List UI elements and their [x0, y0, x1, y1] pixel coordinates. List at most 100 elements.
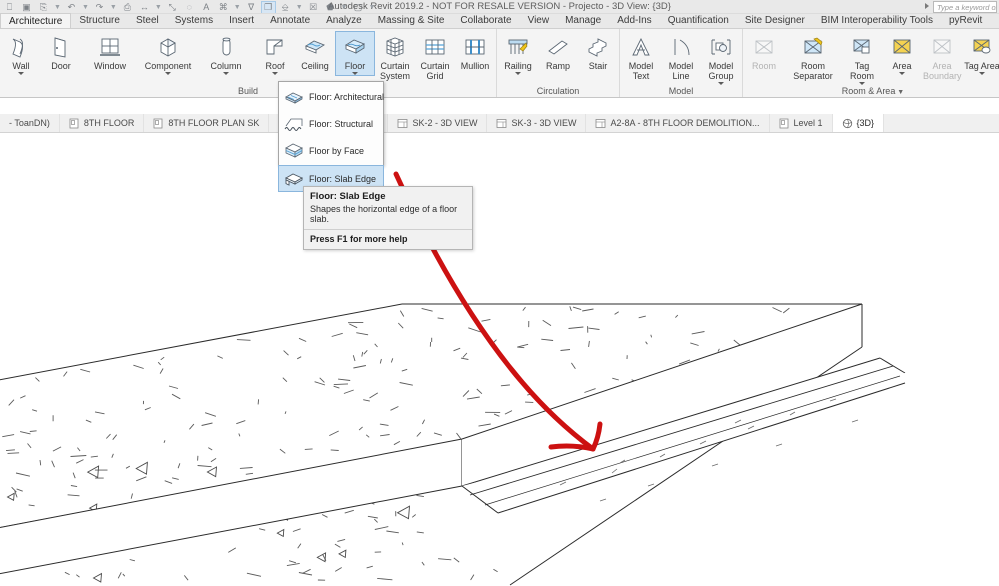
ribbon-button-door[interactable]: Door — [41, 31, 81, 71]
ribbon-tab-site-designer[interactable]: Site Designer — [737, 13, 813, 28]
ribbon-tab-insert[interactable]: Insert — [221, 13, 262, 28]
floor-dropdown-menu: Floor: Architectural Floor: Structural — [278, 81, 384, 166]
ribbon-tab-quantification[interactable]: Quantification — [660, 13, 737, 28]
view-tab-toandn[interactable]: - ToanDN) — [0, 114, 60, 133]
ribbon-tab-pyrevit[interactable]: pyRevit — [941, 13, 990, 28]
ribbon-button-label: Roof — [265, 61, 284, 71]
ribbon-tab-view[interactable]: View — [520, 13, 558, 28]
ribbon-button-roof[interactable]: Roof — [255, 31, 295, 75]
dropdown-caret-icon[interactable]: ▼ — [295, 4, 304, 11]
ribbon-button-label: Ceiling — [301, 61, 329, 71]
measure-icon[interactable]: ↔ — [137, 1, 152, 14]
panel-title-room-area[interactable]: Room & Area ▼ — [744, 85, 999, 98]
chevron-down-icon[interactable] — [165, 72, 171, 75]
sheet-icon — [397, 118, 408, 129]
text-icon[interactable]: A — [199, 1, 214, 14]
dropdown-caret-icon[interactable]: ▼ — [154, 4, 163, 11]
view-tab-sk-3-3d-view[interactable]: SK-3 - 3D VIEW — [487, 114, 586, 133]
panel-expander-caret-icon[interactable]: ▼ — [895, 89, 904, 96]
open-icon[interactable]: ⎕ — [2, 1, 17, 14]
dropdown-caret-icon[interactable]: ▼ — [109, 4, 118, 11]
ribbon-tab-add-ins[interactable]: Add-Ins — [609, 13, 659, 28]
panel-title-label: Room & Area — [842, 86, 896, 96]
ribbon-tab-annotate[interactable]: Annotate — [262, 13, 318, 28]
ribbon-tab-collaborate[interactable]: Collaborate — [452, 13, 519, 28]
ribbon-tab-architecture[interactable]: Architecture — [0, 13, 71, 28]
ribbon-button-model-text[interactable]: Model Text — [621, 31, 661, 81]
chevron-down-icon[interactable] — [979, 72, 985, 75]
ribbon-tab-massing-site[interactable]: Massing & Site — [370, 13, 453, 28]
ribbon-button-column[interactable]: Column — [197, 31, 255, 75]
ribbon-button-component[interactable]: Component — [139, 31, 197, 75]
ribbon-button-tag-room[interactable]: Tag Room — [842, 31, 882, 85]
panel-title-model: Model — [621, 85, 741, 98]
panel-button-row: RailingRampStair — [498, 29, 618, 85]
view-tab-sk-2-3d-view[interactable]: SK-2 - 3D VIEW — [388, 114, 487, 133]
chevron-down-icon[interactable] — [223, 72, 229, 75]
search-input[interactable]: Type a keyword or phrase — [933, 1, 997, 13]
section-icon[interactable]: ⌘ — [216, 1, 231, 14]
ribbon-button-curtain-system[interactable]: Curtain System — [375, 31, 415, 81]
ribbon-button-ceiling[interactable]: Ceiling — [295, 31, 335, 71]
ribbon-button-stair[interactable]: Stair — [578, 31, 618, 71]
redo-icon[interactable]: ↷ — [92, 1, 107, 14]
3d-view-canvas[interactable] — [0, 133, 999, 586]
dropdown-caret-icon[interactable]: ▼ — [53, 4, 62, 11]
ribbon-tab-structure[interactable]: Structure — [71, 13, 128, 28]
menu-item-floor-architectural[interactable]: Floor: Architectural — [279, 83, 383, 110]
slab-model-drawing — [0, 133, 999, 586]
ribbon-tab-systems[interactable]: Systems — [167, 13, 221, 28]
close-hidden-windows-icon[interactable]: ⎒ — [278, 1, 293, 14]
ribbon-button-room-separator[interactable]: Room Separator — [784, 31, 842, 81]
chevron-down-icon[interactable] — [515, 72, 521, 75]
dropdown-caret-icon[interactable]: ▼ — [368, 4, 377, 11]
ribbon-button-ramp[interactable]: Ramp — [538, 31, 578, 71]
tag-icon[interactable]: ◌ — [182, 1, 197, 14]
chevron-down-icon[interactable] — [18, 72, 24, 75]
dropdown-caret-icon[interactable]: ▼ — [233, 4, 242, 11]
ribbon-button-model-group[interactable]: Model Group — [701, 31, 741, 85]
chevron-down-icon[interactable] — [352, 72, 358, 75]
save-icon[interactable]: ▣ — [19, 1, 34, 14]
ribbon-tab-lumion[interactable]: Lumion ® — [990, 13, 999, 28]
tooltip-title: Floor: Slab Edge — [304, 187, 472, 204]
ribbon-button-wall[interactable]: Wall — [1, 31, 41, 75]
close-inactive-icon[interactable]: ☒ — [306, 1, 321, 14]
view-tab-8th-floor[interactable]: 8TH FLOOR — [60, 114, 145, 133]
aligned-dimension-icon[interactable]: ⤡ — [165, 1, 180, 14]
save-as-icon[interactable]: ⎘ — [36, 1, 51, 14]
ribbon-button-tag-area[interactable]: Tag Area — [962, 31, 999, 75]
area-icon — [887, 33, 917, 61]
ribbon-button-railing[interactable]: Railing — [498, 31, 538, 75]
ribbon-button-label: Area — [892, 61, 911, 71]
ribbon-button-window[interactable]: Window — [81, 31, 139, 71]
ribbon-button-curtain-grid[interactable]: Curtain Grid — [415, 31, 455, 81]
print-icon[interactable]: ⎙ — [120, 1, 135, 14]
customize-qat-icon[interactable]: ▢ — [351, 1, 366, 14]
thin-lines-icon[interactable]: ∇ — [244, 1, 259, 14]
ribbon-button-mullion[interactable]: Mullion — [455, 31, 495, 71]
ribbon-tab-steel[interactable]: Steel — [128, 13, 167, 28]
chevron-down-icon[interactable] — [272, 72, 278, 75]
dropdown-caret-icon[interactable]: ▼ — [81, 4, 90, 11]
ribbon-tab-manage[interactable]: Manage — [557, 13, 609, 28]
ribbon-button-area[interactable]: Area — [882, 31, 922, 75]
dropdown-caret-icon[interactable]: ▼ — [340, 4, 349, 11]
ribbon-button-label: Model Line — [662, 61, 700, 81]
view-tab-8th-floor-plan-sk[interactable]: 8TH FLOOR PLAN SK — [144, 114, 269, 133]
ribbon-tab-bim-interoperability-tools[interactable]: BIM Interoperability Tools — [813, 13, 941, 28]
view-tab-3d[interactable]: {3D} — [833, 114, 885, 133]
undo-icon[interactable]: ↶ — [64, 1, 79, 14]
view-tab-level-1[interactable]: Level 1 — [770, 114, 833, 133]
switch-window-icon[interactable]: ❐ — [261, 1, 276, 14]
ribbon-button-model-line[interactable]: Model Line — [661, 31, 701, 81]
infocenter-caret-icon[interactable] — [925, 3, 929, 9]
view-tab-a2-8a-8th-floor-demolition[interactable]: A2-8A - 8TH FLOOR DEMOLITION... — [586, 114, 769, 133]
ribbon-button-floor[interactable]: Floor — [335, 31, 375, 76]
chevron-down-icon[interactable] — [899, 72, 905, 75]
floor-plan-icon — [69, 118, 80, 129]
menu-item-floor-by-face[interactable]: Floor by Face — [279, 137, 383, 164]
default-3d-view-icon[interactable]: ⬟ — [323, 1, 338, 14]
menu-item-floor-structural[interactable]: Floor: Structural — [279, 110, 383, 137]
ribbon-tab-analyze[interactable]: Analyze — [318, 13, 370, 28]
